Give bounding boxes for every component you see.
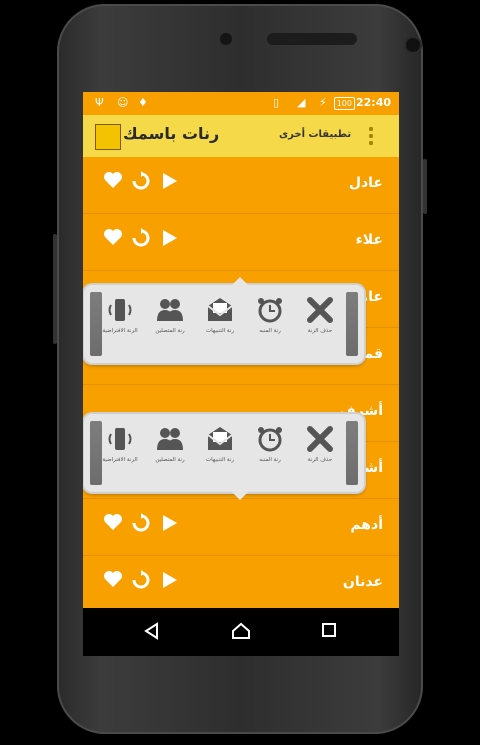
mail-icon [207,298,233,321]
speaker-grille [267,33,357,45]
ringtone-name: أدهم [350,517,383,533]
heart-icon[interactable] [103,570,123,588]
contacts-ringtone-button[interactable]: رنة المتصلين [146,424,194,480]
usb-icon: Ψ [95,96,104,109]
x-icon [307,297,333,323]
popup-item-label: رنة التنبيهات [205,457,235,463]
contacts-icon [157,299,183,321]
ringtone-options-popup: حذف الرنة رنة المنبه رنة التنبيهات رنة ا… [84,277,364,363]
popup-item-label: الرنة الافتراضية [102,328,138,334]
popup-item-label: الرنة الافتراضية [102,457,138,463]
popup-item-label: رنة المتصلين [155,328,185,334]
ringtone-name: عدنان [342,574,383,590]
popup-edge [346,421,358,485]
app-bar: رنات باسمك تطبيقات أخرى [83,115,399,157]
replay-icon[interactable] [131,570,151,590]
contacts-ringtone-button[interactable]: رنة المتصلين [146,295,194,351]
replay-icon[interactable] [131,513,151,533]
popup-item-label: حذف الرنة [307,457,333,463]
list-item[interactable]: عدنان [83,556,399,612]
home-icon[interactable] [231,622,251,640]
play-icon[interactable] [161,228,179,248]
front-sensor [220,33,232,45]
screen: Ψ ☺ ♦ ▯ ◢ ⚡ 100 22:40 رنات باسمك تطبيقات… [83,92,399,656]
popup-item-label: رنة المنبه [259,457,281,463]
battery-indicator: 100 [333,97,355,110]
status-bar: Ψ ☺ ♦ ▯ ◢ ⚡ 100 22:40 [83,92,399,115]
back-icon[interactable] [143,622,161,640]
charging-icon: ⚡ [319,96,327,109]
list-item[interactable]: عادل [83,157,399,214]
volume-button [53,234,57,344]
overflow-menu-icon[interactable] [368,127,374,147]
play-icon[interactable] [161,513,179,533]
app-logo [95,124,121,150]
default-ringtone-button[interactable]: الرنة الافتراضية [96,295,144,351]
popup-item-label: حذف الرنة [307,328,333,334]
ringtone-options-popup: حذف الرنة رنة المنبه رنة التنبيهات رنة ا… [84,414,364,500]
list-item[interactable]: علاء [83,214,399,271]
clock: 22:40 [355,96,391,109]
plug-icon: ♦ [138,96,148,109]
heart-icon[interactable] [103,171,123,189]
notification-ringtone-button[interactable]: رنة التنبيهات [196,295,244,351]
popup-edge [346,292,358,356]
android-icon: ☺ [117,96,129,109]
phone-icon [108,428,132,450]
popup-arrow [232,277,248,285]
popup-item-label: رنة التنبيهات [205,328,235,334]
ringtone-name: علاء [355,232,383,248]
play-icon[interactable] [161,570,179,590]
delete-ringtone-button[interactable]: حذف الرنة [296,424,344,480]
replay-icon[interactable] [131,228,151,248]
power-button [423,159,427,214]
other-apps-button[interactable]: تطبيقات أخرى [279,129,351,140]
vibrate-icon: ▯ [273,96,280,109]
default-ringtone-button[interactable]: الرنة الافتراضية [96,424,144,480]
alarm-clock-icon [258,298,282,323]
play-icon[interactable] [161,171,179,191]
page-title: رنات باسمك [123,124,220,143]
mail-icon [207,427,233,450]
x-icon [307,426,333,452]
heart-icon[interactable] [103,513,123,531]
replay-icon[interactable] [131,171,151,191]
alarm-ringtone-button[interactable]: رنة المنبه [246,295,294,351]
list-item[interactable]: أدهم [83,499,399,556]
recents-icon[interactable] [321,622,337,638]
delete-ringtone-button[interactable]: حذف الرنة [296,295,344,351]
contacts-icon [157,428,183,450]
popup-item-label: رنة المنبه [259,328,281,334]
ringtone-list: عادل علاء عامر قمر أشرف أشواق أدهم [83,157,399,608]
notification-ringtone-button[interactable]: رنة التنبيهات [196,424,244,480]
phone-icon [108,299,132,321]
ringtone-name: عادل [348,175,383,191]
signal-icon: ◢ [297,96,306,109]
heart-icon[interactable] [103,228,123,246]
alarm-clock-icon [258,427,282,452]
popup-item-label: رنة المتصلين [155,457,185,463]
front-camera [406,38,420,52]
alarm-ringtone-button[interactable]: رنة المنبه [246,424,294,480]
popup-arrow [232,492,248,500]
navigation-bar [83,608,399,656]
